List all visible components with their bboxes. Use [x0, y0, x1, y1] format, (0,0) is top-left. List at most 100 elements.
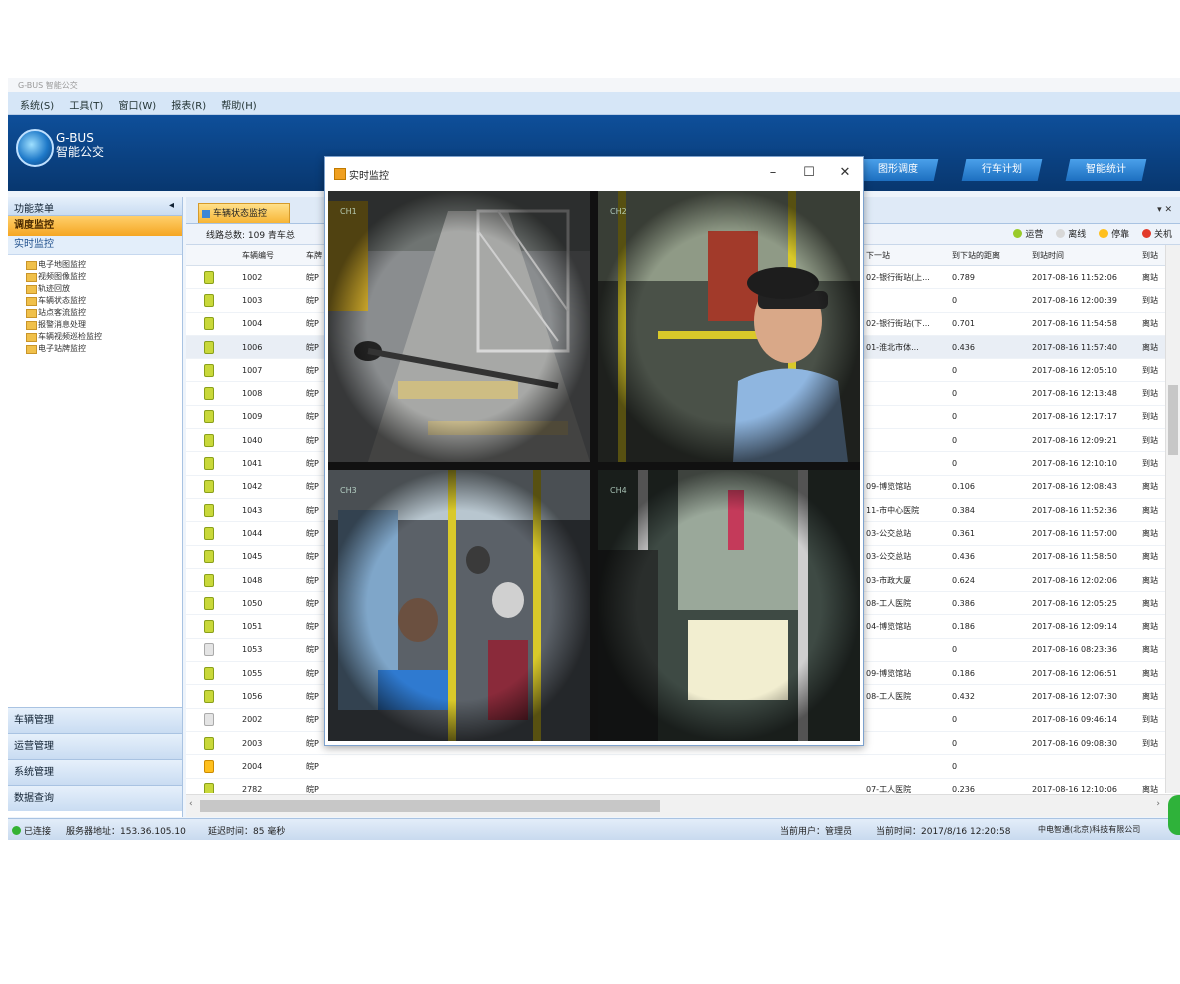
- tab-vehicle-status[interactable]: 车辆状态监控: [198, 203, 290, 223]
- minimize-button[interactable]: –: [763, 163, 783, 183]
- camera-feed-front-road[interactable]: CH1: [328, 191, 590, 462]
- tree-item[interactable]: 轨迹回放: [18, 283, 182, 295]
- bus-status-icon: [204, 410, 214, 424]
- legend-label: 停靠: [1111, 230, 1130, 240]
- table-cell: 皖P: [304, 778, 358, 793]
- sidebar-item-vehicle-mgmt[interactable]: 车辆管理: [8, 707, 182, 733]
- table-cell: 皖P: [304, 754, 358, 779]
- table-row[interactable]: 2004 皖P 0: [186, 754, 1172, 779]
- table-cell: [694, 754, 762, 779]
- sidebar-item-data-query[interactable]: 数据查询: [8, 785, 182, 811]
- camera-feed-front-door[interactable]: CH4: [598, 470, 860, 741]
- line-count-text: 线路总数: 109 青车总: [206, 231, 295, 241]
- status-cell: [186, 428, 240, 453]
- menu-window[interactable]: 窗口(W): [118, 97, 156, 112]
- table-cell: 0: [950, 405, 1030, 430]
- table-cell: [580, 754, 694, 779]
- scroll-left-icon[interactable]: ‹: [189, 799, 193, 809]
- column-header[interactable]: 到站时间: [1030, 245, 1140, 266]
- nav-tab-driving-plan[interactable]: 行车计划: [961, 159, 1043, 181]
- tree-item[interactable]: 报警消息处理: [18, 319, 182, 331]
- tree-item[interactable]: 电子地图监控: [18, 259, 182, 271]
- folder-icon: [26, 333, 37, 342]
- folder-icon: [26, 273, 37, 282]
- table-cell: 2017-08-16 12:08:43: [1030, 475, 1140, 499]
- bus-status-icon: [204, 340, 214, 354]
- tree-label: 站点客流监控: [38, 308, 86, 317]
- menu-reports[interactable]: 报表(R): [171, 97, 206, 112]
- table-cell: 0.106: [950, 475, 1030, 499]
- status-cell: [186, 708, 240, 732]
- status-cell: [186, 265, 240, 290]
- horizontal-scrollbar[interactable]: ‹ ›: [186, 794, 1180, 817]
- table-cell: 0: [950, 288, 1030, 313]
- table-cell: 02-银行街站(上...: [864, 265, 950, 290]
- camera-grid: CH1 CH2 CH3 CH4: [328, 191, 860, 741]
- nav-tab-statistics[interactable]: 智能统计: [1065, 159, 1147, 181]
- status-cell: [186, 451, 240, 476]
- status-cell: [186, 568, 240, 593]
- table-cell: [864, 708, 950, 732]
- table-cell: 1055: [240, 661, 304, 686]
- nav-tab-graphic-dispatch[interactable]: 图形调度: [857, 159, 939, 181]
- tree-item[interactable]: 视频图像监控: [18, 271, 182, 283]
- column-header[interactable]: [186, 245, 240, 266]
- table-cell: 1006: [240, 335, 304, 360]
- maximize-button[interactable]: ☐: [799, 163, 819, 183]
- table-cell: 0.436: [950, 335, 1030, 360]
- video-window-titlebar[interactable]: 实时监控 – ☐ ✕: [325, 157, 863, 191]
- vertical-scrollbar[interactable]: [1165, 245, 1180, 793]
- table-cell: 1053: [240, 638, 304, 663]
- sidebar-item-operations-mgmt[interactable]: 运营管理: [8, 733, 182, 759]
- table-cell: [864, 428, 950, 453]
- table-cell: [864, 381, 950, 406]
- menu-tools[interactable]: 工具(T): [69, 97, 103, 112]
- sidebar-section-realtime[interactable]: 实时监控: [8, 236, 182, 255]
- scroll-thumb[interactable]: [1168, 385, 1178, 455]
- menu-help[interactable]: 帮助(H): [221, 97, 256, 112]
- legend-item: 停靠: [1099, 227, 1129, 240]
- column-header[interactable]: 到下站的距离: [950, 245, 1030, 266]
- tree-item[interactable]: 车辆状态监控: [18, 295, 182, 307]
- table-cell: 0.789: [950, 265, 1030, 290]
- folder-icon: [26, 261, 37, 270]
- sidebar-item-system-mgmt[interactable]: 系统管理: [8, 759, 182, 785]
- nav-tab-label: 行车计划: [982, 164, 1022, 175]
- close-button[interactable]: ✕: [835, 163, 855, 183]
- table-cell: 08-工人医院: [864, 591, 950, 616]
- table-cell: 0: [950, 381, 1030, 406]
- sidebar-item-dispatch-monitor[interactable]: 调度监控: [8, 216, 182, 236]
- tree-item[interactable]: 电子站牌监控: [18, 343, 182, 355]
- camera-feed-driver[interactable]: CH2: [598, 191, 860, 462]
- table-cell: 2017-08-16 11:57:40: [1030, 335, 1140, 360]
- tree-item[interactable]: 车辆视频巡检监控: [18, 331, 182, 343]
- scroll-thumb[interactable]: [200, 800, 660, 812]
- table-cell: [428, 778, 514, 793]
- table-cell: 1048: [240, 568, 304, 593]
- status-cell: [186, 754, 240, 779]
- bus-status-icon: [204, 503, 214, 517]
- bus-status-icon: [204, 457, 214, 471]
- camera-label: CH2: [610, 207, 627, 216]
- table-row[interactable]: 2782 皖P 07-工人医院 0.236 2017-08-16 12:10:06 离站: [186, 778, 1172, 793]
- column-header[interactable]: 下一站: [864, 245, 950, 266]
- table-cell: 0.432: [950, 684, 1030, 709]
- scroll-right-icon[interactable]: ›: [1156, 799, 1160, 809]
- status-cell: [186, 335, 240, 360]
- tab-window-controls[interactable]: ▾ ✕: [1157, 205, 1172, 215]
- table-cell: 2017-08-16 12:09:14: [1030, 614, 1140, 639]
- camera-feed-cabin-rear[interactable]: CH3: [328, 470, 590, 741]
- bus-status-icon: [204, 713, 214, 727]
- tree-item[interactable]: 站点客流监控: [18, 307, 182, 319]
- status-cell: [186, 614, 240, 639]
- menu-system[interactable]: 系统(S): [20, 97, 54, 112]
- assistant-bubble-icon[interactable]: [1168, 795, 1180, 835]
- camera-label: CH1: [340, 207, 357, 216]
- collapse-sidebar-icon[interactable]: ◂: [169, 200, 174, 211]
- table-cell: 2017-08-16 12:05:10: [1030, 358, 1140, 383]
- table-cell: [694, 778, 762, 793]
- nav-tab-label: 图形调度: [878, 164, 918, 175]
- status-cell: [186, 358, 240, 383]
- bus-status-icon: [204, 363, 214, 377]
- column-header[interactable]: 车辆编号: [240, 245, 304, 266]
